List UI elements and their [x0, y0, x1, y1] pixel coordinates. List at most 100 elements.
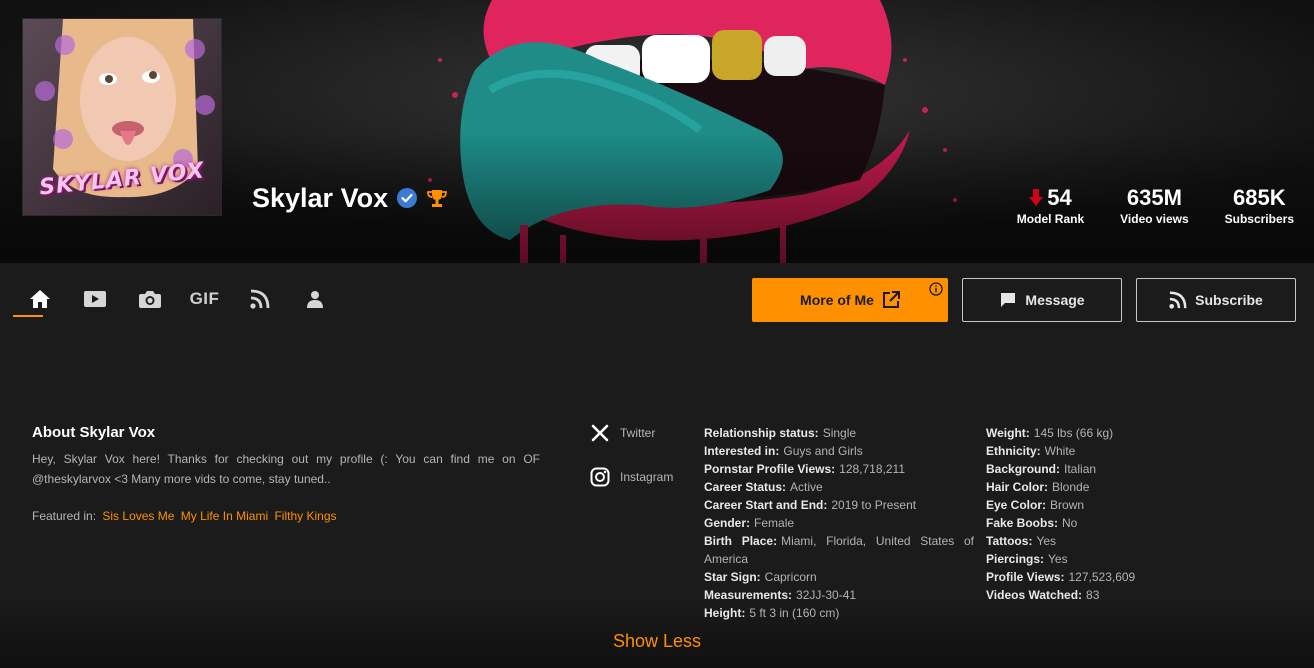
detail-label: Pornstar Profile Views: [704, 462, 836, 476]
detail-row-gender: Gender: Female [704, 514, 974, 532]
more-of-me-label: More of Me [800, 292, 874, 308]
detail-row-videos-watched: Videos Watched: 83 [986, 586, 1276, 604]
detail-value: 5 ft 3 in (160 cm) [749, 606, 840, 620]
social-label: Instagram [620, 470, 674, 484]
detail-row-career-status: Career Status: Active [704, 478, 974, 496]
detail-row-interested-in: Interested in: Guys and Girls [704, 442, 974, 460]
detail-value: Guys and Girls [783, 444, 863, 458]
detail-row-career-start: Career Start and End: 2019 to Present [704, 496, 974, 514]
detail-row-profile-views: Pornstar Profile Views: 128,718,211 [704, 460, 974, 478]
detail-label: Eye Color: [986, 498, 1047, 512]
stat-video-views: 635M Video views [1120, 185, 1189, 227]
detail-label: Height: [704, 606, 746, 620]
detail-value: Blonde [1052, 480, 1090, 494]
gif-label: GIF [189, 289, 220, 308]
detail-label: Star Sign: [704, 570, 761, 584]
tab-videos[interactable] [67, 283, 122, 315]
detail-value: 145 lbs (66 kg) [1033, 426, 1114, 440]
detail-value: White [1044, 444, 1076, 458]
subscribe-button[interactable]: Subscribe [1136, 278, 1296, 322]
instagram-icon [590, 467, 610, 487]
detail-label: Tattoos: [986, 534, 1033, 548]
tab-home[interactable] [12, 283, 67, 317]
detail-row-hair-color: Hair Color: Blonde [986, 478, 1276, 496]
cover-banner: SKYLAR VOX Skylar Vox 54 Model Rank 635M… [0, 0, 1314, 263]
detail-value: 128,718,211 [839, 462, 905, 476]
nav-tabs: GIF [12, 283, 342, 317]
twitter-link[interactable]: Twitter [590, 422, 673, 444]
detail-label: Interested in: [704, 444, 780, 458]
tab-profile[interactable] [287, 283, 342, 315]
detail-label: Fake Boobs: [986, 516, 1059, 530]
detail-value: Female [754, 516, 795, 530]
message-label: Message [1025, 292, 1085, 308]
social-label: Twitter [620, 426, 656, 440]
featured-link[interactable]: My Life In Miami [181, 509, 268, 523]
rank-down-arrow-icon [1029, 189, 1044, 207]
user-icon [306, 291, 323, 308]
detail-value: 127,523,609 [1068, 570, 1136, 584]
tab-gif[interactable]: GIF [177, 283, 232, 315]
about-section: About Skylar Vox Hey, Skylar Vox here! T… [32, 424, 540, 523]
details-column-right: Weight: 145 lbs (66 kg) Ethnicity: White B… [986, 424, 1276, 604]
detail-row-measurements: Measurements: 32JJ-30-41 [704, 586, 974, 604]
detail-label: Profile Views: [986, 570, 1065, 584]
stat-value: 54 [1047, 185, 1072, 210]
featured-link[interactable]: Sis Loves Me [102, 509, 174, 523]
verified-badge-icon [396, 187, 418, 209]
detail-row-tattoos: Tattoos: Yes [986, 532, 1276, 550]
stat-value: 685K [1233, 185, 1286, 210]
more-of-me-button[interactable]: More of Me [752, 278, 948, 322]
detail-value: Single [822, 426, 857, 440]
detail-label: Relationship status: [704, 426, 819, 440]
detail-value: 83 [1086, 588, 1100, 602]
home-icon [29, 290, 50, 308]
featured-link[interactable]: Filthy Kings [274, 509, 336, 523]
detail-value: Italian [1064, 462, 1097, 476]
detail-label: Videos Watched: [986, 588, 1083, 602]
profile-nav-bar: GIF More of Me Message Subscribe [0, 263, 1314, 338]
social-links: Twitter Instagram [590, 422, 673, 510]
detail-row-ethnicity: Ethnicity: White [986, 442, 1276, 460]
detail-label: Measurements: [704, 588, 793, 602]
featured-label: Featured in: [32, 509, 97, 523]
model-name: Skylar Vox [252, 182, 389, 213]
detail-value: Yes [1048, 552, 1068, 566]
detail-row-height: Height: 5 ft 3 in (160 cm) [704, 604, 974, 622]
detail-label: Birth Place: [704, 534, 778, 548]
external-link-icon [882, 291, 900, 309]
profile-stats: 54 Model Rank 635M Video views 685K Subs… [1017, 185, 1294, 227]
video-play-icon [83, 291, 106, 307]
avatar[interactable]: SKYLAR VOX [22, 18, 222, 216]
detail-value: Active [790, 480, 823, 494]
stat-value: 635M [1126, 185, 1182, 210]
tab-photos[interactable] [122, 283, 177, 315]
detail-row-background: Background: Italian [986, 460, 1276, 478]
chat-bubble-icon [999, 291, 1017, 309]
message-button[interactable]: Message [962, 278, 1122, 322]
instagram-link[interactable]: Instagram [590, 466, 673, 488]
show-less-button[interactable]: Show Less [0, 631, 1314, 652]
detail-value: Brown [1050, 498, 1085, 512]
stat-label: Subscribers [1224, 212, 1294, 226]
detail-label: Gender: [704, 516, 751, 530]
detail-label: Piercings: [986, 552, 1045, 566]
detail-value: 32JJ-30-41 [796, 588, 857, 602]
tab-feed[interactable] [232, 283, 287, 315]
details-column-left: Relationship status: Single Interested in… [704, 424, 974, 622]
detail-label: Career Status: [704, 480, 787, 494]
camera-icon [138, 291, 161, 308]
info-icon[interactable] [929, 282, 943, 296]
stat-label: Video views [1120, 212, 1189, 226]
detail-row-piercings: Piercings: Yes [986, 550, 1276, 568]
detail-row-fake-boobs: Fake Boobs: No [986, 514, 1276, 532]
detail-row-profile-views: Profile Views: 127,523,609 [986, 568, 1276, 586]
detail-label: Weight: [986, 426, 1030, 440]
detail-label: Ethnicity: [986, 444, 1041, 458]
subscribe-label: Subscribe [1195, 292, 1263, 308]
stat-subscribers: 685K Subscribers [1224, 185, 1294, 227]
detail-label: Background: [986, 462, 1061, 476]
stat-model-rank: 54 Model Rank [1017, 185, 1084, 227]
about-title: About Skylar Vox [32, 424, 156, 441]
profile-content: About Skylar Vox Hey, Skylar Vox here! T… [0, 338, 1314, 668]
